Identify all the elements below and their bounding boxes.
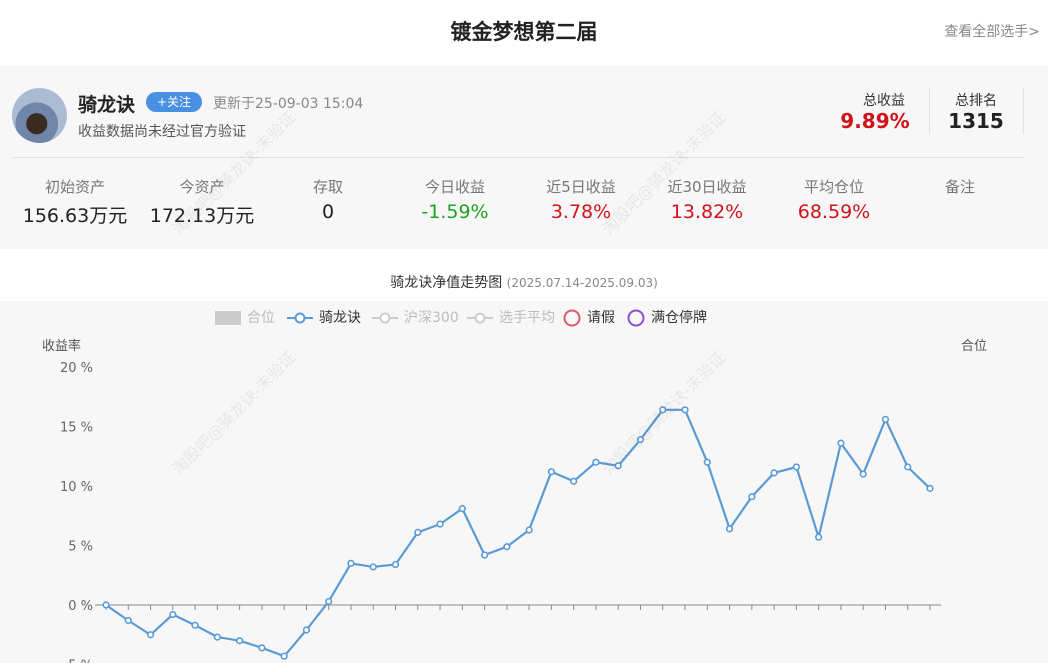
y-tick-label: 10 %: [60, 480, 93, 495]
data-point: [325, 597, 333, 606]
y-tick-label: 0 %: [68, 599, 93, 614]
data-point: [347, 559, 355, 567]
y-tick-label: 20 %: [60, 361, 93, 376]
data-point: [703, 458, 711, 466]
data-point: [681, 406, 689, 414]
series-line-qilongjue: [105, 408, 931, 658]
data-point: [525, 526, 533, 534]
y-tick-label: 15 %: [60, 421, 93, 436]
data-point: [102, 601, 110, 609]
data-point: [480, 551, 489, 559]
data-point: [659, 406, 667, 414]
data-point: [926, 484, 934, 492]
data-point: [881, 415, 890, 423]
data-point: [770, 469, 778, 477]
data-point: [213, 633, 221, 641]
data-point: [414, 528, 422, 537]
data-point: [458, 505, 466, 513]
nav-line-chart: -5 % 0 % 5 % 10 % 15 % 20 %: [60, 361, 941, 663]
y-tick-label: -5 %: [64, 659, 93, 663]
data-point: [904, 463, 912, 471]
data-point: [391, 560, 400, 569]
data-point: [748, 493, 756, 501]
data-point: [124, 616, 132, 625]
data-point: [837, 439, 845, 447]
data-point: [258, 644, 266, 652]
data-point: [169, 610, 177, 619]
data-point: [570, 477, 578, 485]
data-point: [302, 626, 311, 634]
data-point: [191, 621, 199, 629]
data-point: [547, 468, 556, 476]
data-point: [592, 458, 600, 466]
data-point: [636, 435, 645, 444]
data-point: [815, 533, 823, 541]
data-point: [369, 563, 377, 571]
data-point: [859, 470, 867, 478]
data-point: [280, 652, 288, 660]
data-point: [503, 543, 511, 551]
data-point: [146, 631, 155, 639]
data-point: [792, 463, 800, 471]
data-point: [725, 525, 734, 533]
data-point: [436, 520, 444, 528]
data-point: [614, 462, 622, 470]
y-tick-label: 5 %: [68, 540, 93, 555]
data-point: [236, 637, 244, 645]
